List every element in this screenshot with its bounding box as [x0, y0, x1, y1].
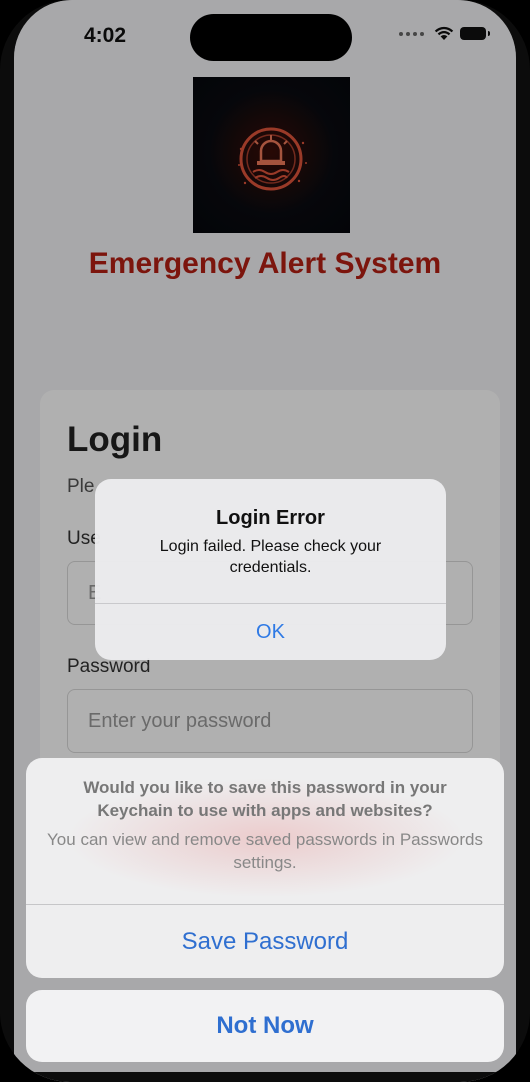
- save-password-button[interactable]: Save Password: [26, 905, 504, 978]
- alert-ok-button[interactable]: OK: [95, 604, 446, 660]
- keychain-prompt-message: You can view and remove saved passwords …: [47, 830, 483, 872]
- alert-title: Login Error: [216, 507, 325, 529]
- device-frame: 4:02 Emergency Alert System Login Ple Us…: [0, 0, 530, 1082]
- login-error-alert: Login Error Login failed. Please check y…: [95, 479, 446, 660]
- bottom-bezel: [14, 1072, 516, 1082]
- alert-message: Login failed. Please check your credenti…: [159, 538, 382, 576]
- keychain-save-sheet: Would you like to save this password in …: [26, 758, 504, 978]
- phone-screen: 4:02 Emergency Alert System Login Ple Us…: [14, 0, 516, 1082]
- not-now-button[interactable]: Not Now: [26, 990, 504, 1062]
- keychain-prompt-title: Would you like to save this password in …: [83, 778, 447, 820]
